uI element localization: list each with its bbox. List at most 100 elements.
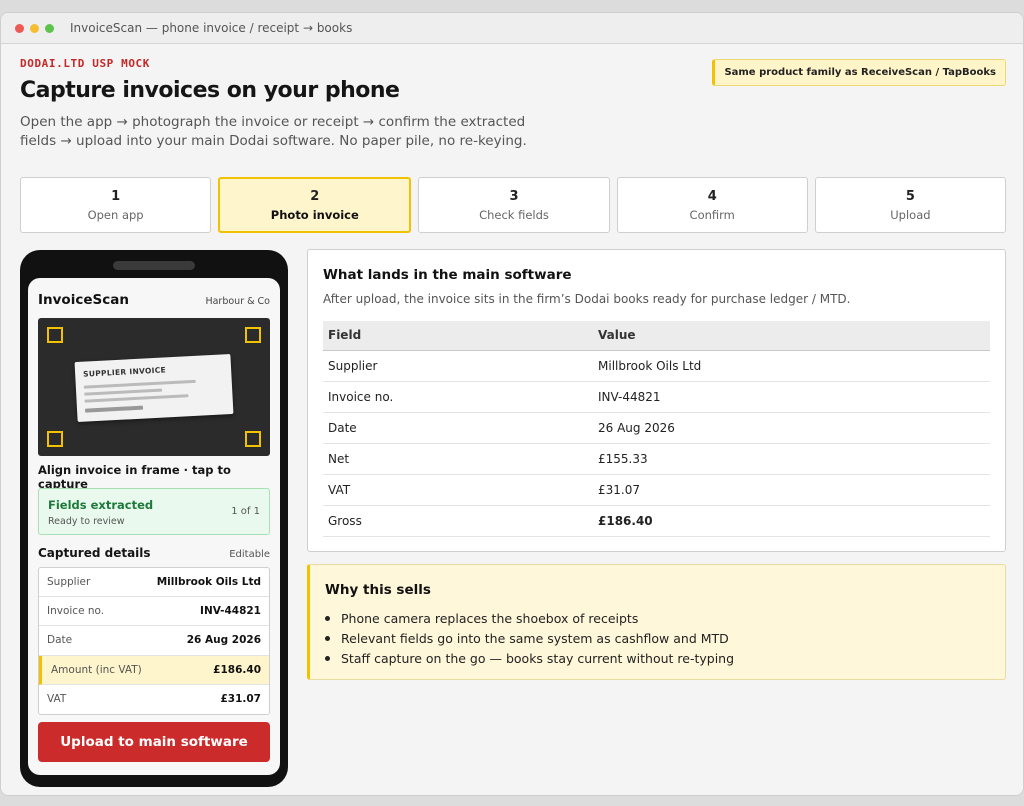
editable-label[interactable]: Editable [229, 549, 270, 560]
detail-value: £31.07 [220, 693, 261, 706]
step-upload[interactable]: 5 Upload [814, 177, 1007, 233]
app-title: InvoiceScan [38, 292, 129, 308]
ledger-table: Field Value Supplier Millbrook Oils Ltd … [323, 321, 990, 537]
detail-row-vat[interactable]: VAT £31.07 [39, 685, 269, 714]
bullet-icon [325, 615, 330, 621]
table-cell-value: 26 Aug 2026 [593, 412, 990, 444]
detail-row-date[interactable]: Date 26 Aug 2026 [39, 626, 269, 656]
capture-hint: Align invoice in frame · tap to capture [38, 463, 231, 491]
why-point-text: Phone camera replaces the shoebox of rec… [341, 610, 639, 626]
captured-details-table: Supplier Millbrook Oils Ltd Invoice no. … [38, 567, 270, 715]
why-this-sells-card: Why this sells Phone camera replaces the… [307, 564, 1006, 680]
bullet-icon [325, 635, 330, 641]
step-label: Upload [890, 207, 931, 222]
table-cell-field: Invoice no. [323, 381, 593, 413]
detail-row-amount[interactable]: Amount (inc VAT) £186.40 [39, 655, 269, 685]
step-confirm[interactable]: 4 Confirm [616, 177, 808, 233]
step-number: 4 [707, 188, 717, 204]
fields-status-title: Fields extracted [48, 498, 154, 512]
detail-label: Supplier [47, 576, 91, 589]
column-header-value: Value [593, 321, 990, 351]
app-window: InvoiceScan — phone invoice / receipt → … [0, 12, 1024, 796]
page-content: DODAI.LTD USP MOCK Capture invoices on y… [20, 57, 1007, 787]
detail-label: VAT [47, 693, 67, 706]
captured-details-header: Captured details Editable [38, 546, 270, 560]
app-header: InvoiceScan Harbour & Co [38, 292, 270, 308]
list-item: Staff capture on the go — books stay cur… [325, 648, 734, 668]
table-header-row: Field Value [323, 321, 990, 351]
detail-row-invoice-no[interactable]: Invoice no. INV-44821 [39, 597, 269, 627]
step-check-fields[interactable]: 3 Check fields [418, 177, 610, 233]
captured-details-title: Captured details [38, 546, 151, 560]
frame-corner-icon [47, 327, 63, 343]
table-cell-field: Supplier [323, 350, 593, 382]
list-item: Relevant fields go into the same system … [325, 628, 734, 648]
step-number: 5 [905, 188, 915, 204]
column-header-field: Field [323, 321, 593, 351]
main-software-subtitle: After upload, the invoice sits in the fi… [323, 292, 851, 306]
bullet-icon [325, 655, 330, 661]
detail-value: INV-44821 [200, 605, 261, 618]
why-point-text: Relevant fields go into the same system … [341, 630, 729, 646]
table-cell-gross-value: £186.40 [593, 505, 990, 537]
paper-total-line [84, 405, 144, 413]
invoice-paper-preview: SUPPLIER INVOICE [74, 353, 234, 423]
frame-corner-icon [245, 327, 261, 343]
fields-status-subtitle: Ready to review [48, 516, 125, 527]
detail-label: Date [47, 634, 73, 647]
phone-notch [113, 261, 195, 270]
frame-corner-icon [245, 431, 261, 447]
minimize-window-button[interactable] [30, 23, 39, 33]
why-title: Why this sells [325, 582, 431, 598]
main-software-card: What lands in the main software After up… [307, 249, 1006, 552]
step-open-app[interactable]: 1 Open app [20, 177, 212, 233]
camera-viewfinder[interactable]: SUPPLIER INVOICE [38, 318, 270, 456]
paper-text-line [83, 379, 196, 389]
firm-name: Harbour & Co [205, 296, 270, 307]
product-family-badge: Same product family as ReceiveScan / Tap… [712, 59, 1006, 86]
table-row: Supplier Millbrook Oils Ltd [323, 350, 990, 382]
table-cell-field: VAT [323, 474, 593, 506]
fields-status-count: 1 of 1 [231, 506, 260, 517]
table-row: Invoice no. INV-44821 [323, 381, 990, 413]
main-software-title: What lands in the main software [323, 267, 572, 283]
table-cell-value: INV-44821 [593, 381, 990, 413]
list-item: Phone camera replaces the shoebox of rec… [325, 608, 734, 628]
maximize-window-button[interactable] [45, 23, 54, 33]
detail-value: 26 Aug 2026 [186, 634, 261, 647]
step-label: Check fields [479, 207, 549, 222]
table-cell-value: £31.07 [593, 474, 990, 506]
table-row: Gross £186.40 [323, 505, 990, 537]
detail-value: Millbrook Oils Ltd [156, 576, 261, 589]
frame-corner-icon [47, 431, 63, 447]
step-tracker: 1 Open app 2 Photo invoice 3 Check field… [20, 177, 1007, 233]
paper-text-line [84, 388, 163, 396]
upload-to-main-software-button[interactable]: Upload to main software [38, 722, 270, 762]
table-cell-value: Millbrook Oils Ltd [593, 350, 990, 382]
fields-extracted-status: Fields extracted Ready to review 1 of 1 [38, 488, 270, 535]
detail-value: £186.40 [213, 663, 261, 676]
step-number: 1 [111, 188, 121, 204]
detail-row-supplier[interactable]: Supplier Millbrook Oils Ltd [39, 568, 269, 598]
phone-mockup: InvoiceScan Harbour & Co SUPPLIER INVOIC… [20, 250, 288, 787]
paper-title: SUPPLIER INVOICE [82, 365, 167, 379]
step-label: Open app [87, 207, 144, 222]
close-window-button[interactable] [15, 23, 24, 33]
table-row: Net £155.33 [323, 443, 990, 475]
step-photo-invoice[interactable]: 2 Photo invoice [218, 177, 412, 233]
detail-label: Amount (inc VAT) [51, 663, 142, 676]
table-cell-field: Net [323, 443, 593, 475]
why-point-text: Staff capture on the go — books stay cur… [341, 650, 735, 666]
table-row: Date 26 Aug 2026 [323, 412, 990, 444]
paper-text-line [84, 394, 189, 403]
window-title: InvoiceScan — phone invoice / receipt → … [70, 21, 353, 35]
step-number: 2 [310, 188, 320, 204]
why-list: Phone camera replaces the shoebox of rec… [325, 608, 734, 668]
page-subtitle: Open the app → photograph the invoice or… [20, 114, 527, 149]
table-cell-field: Date [323, 412, 593, 444]
step-number: 3 [509, 188, 519, 204]
step-label: Photo invoice [270, 207, 359, 222]
phone-screen: InvoiceScan Harbour & Co SUPPLIER INVOIC… [28, 278, 280, 775]
table-cell-field: Gross [323, 505, 593, 537]
detail-label: Invoice no. [47, 605, 105, 618]
